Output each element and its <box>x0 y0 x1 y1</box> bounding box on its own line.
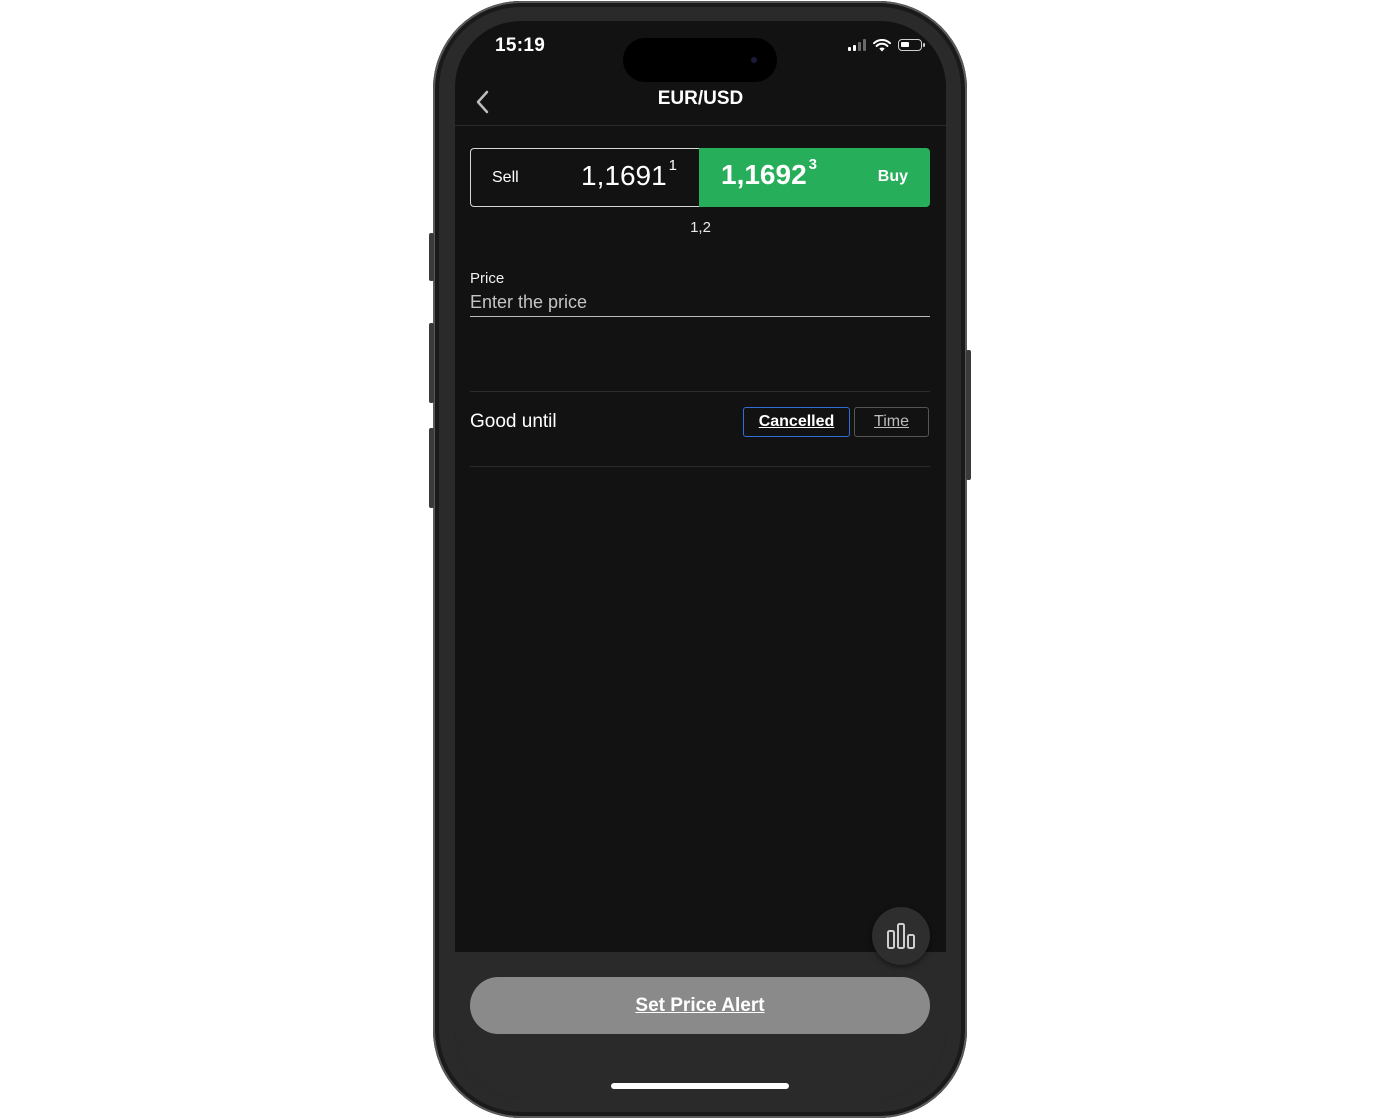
app-screen: 15:19 EUR/USD Sell 1,1691 1 1,1692 3 Buy 1… <box>455 21 946 1098</box>
volume-down-button <box>429 428 434 508</box>
wifi-icon <box>873 38 891 51</box>
good-until-cancelled-option[interactable]: Cancelled <box>743 407 850 437</box>
quote-panel: Sell 1,1691 1 1,1692 3 Buy <box>470 148 930 207</box>
divider <box>470 466 930 467</box>
price-input[interactable] <box>470 289 930 317</box>
buy-pip: 3 <box>808 156 817 173</box>
status-time: 15:19 <box>495 35 546 56</box>
battery-icon <box>898 39 925 51</box>
sell-button[interactable]: Sell 1,1691 1 <box>470 148 699 207</box>
sell-pip: 1 <box>668 157 677 174</box>
status-icons <box>848 38 925 52</box>
power-button <box>966 350 971 480</box>
good-until-label: Good until <box>470 411 557 432</box>
home-indicator <box>611 1083 789 1089</box>
buy-label: Buy <box>877 168 908 185</box>
sell-price: 1,1691 1 <box>581 157 677 191</box>
navigation-bar: EUR/USD <box>455 79 946 126</box>
silent-switch <box>429 233 434 281</box>
chart-button[interactable] <box>872 907 930 965</box>
volume-up-button <box>429 323 434 403</box>
cellular-signal-icon <box>848 39 866 51</box>
dynamic-island <box>623 38 777 82</box>
buy-button[interactable]: 1,1692 3 Buy <box>699 148 930 207</box>
buy-price: 1,1692 3 <box>721 156 817 190</box>
sell-label: Sell <box>492 169 519 186</box>
good-until-time-option[interactable]: Time <box>854 407 929 437</box>
page-title: EUR/USD <box>657 88 744 109</box>
spread-value: 1,2 <box>690 219 711 236</box>
set-price-alert-button[interactable]: Set Price Alert <box>470 977 930 1034</box>
price-label: Price <box>470 270 505 287</box>
divider <box>470 391 930 392</box>
bar-chart-icon <box>887 923 915 949</box>
